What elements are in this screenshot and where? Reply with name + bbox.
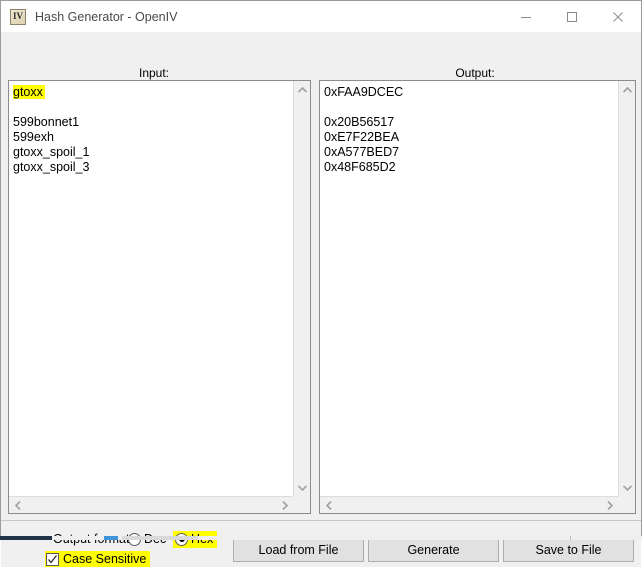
minimize-button[interactable] xyxy=(503,1,549,32)
output-scroll-corner xyxy=(618,496,635,513)
checkmark-icon[interactable] xyxy=(46,552,59,566)
input-text-content[interactable]: gtoxx 599bonnet1 599exh gtoxx_spoil_1 gt… xyxy=(9,81,293,496)
scroll-right-icon[interactable] xyxy=(601,497,618,513)
output-text-content[interactable]: 0xFAA9DCEC 0x20B56517 0xE7F22BEA 0xA577B… xyxy=(320,81,618,496)
background-divider-sliver xyxy=(570,536,571,540)
input-label: Input: xyxy=(138,66,170,80)
background-icon-sliver xyxy=(104,536,118,540)
background-window-sliver xyxy=(0,536,642,540)
client-area: Input: Output: gtoxx 599bonnet1 599exh g… xyxy=(1,32,641,567)
output-textarea[interactable]: 0xFAA9DCEC 0x20B56517 0xE7F22BEA 0xA577B… xyxy=(319,80,636,514)
title-bar: IV Hash Generator - OpenIV xyxy=(1,1,641,32)
load-from-file-button[interactable]: Load from File xyxy=(233,537,364,562)
output-label: Output: xyxy=(455,66,495,80)
scroll-right-icon[interactable] xyxy=(276,497,293,513)
input-remaining-text: 599bonnet1 599exh gtoxx_spoil_1 gtoxx_sp… xyxy=(13,115,90,174)
window-title: Hash Generator - OpenIV xyxy=(35,9,178,24)
input-vertical-scrollbar[interactable] xyxy=(293,81,310,496)
output-horizontal-scrollbar[interactable] xyxy=(320,496,618,513)
scroll-up-icon[interactable] xyxy=(294,81,310,98)
scroll-down-icon[interactable] xyxy=(619,479,635,496)
output-vertical-scrollbar[interactable] xyxy=(618,81,635,496)
window-controls xyxy=(503,1,641,32)
input-textarea[interactable]: gtoxx 599bonnet1 599exh gtoxx_spoil_1 gt… xyxy=(8,80,311,514)
input-horizontal-scrollbar[interactable] xyxy=(9,496,293,513)
generate-button[interactable]: Generate xyxy=(368,537,499,562)
input-scroll-corner xyxy=(293,496,310,513)
hash-generator-window: IV Hash Generator - OpenIV Input: Output… xyxy=(0,0,642,567)
close-icon[interactable] xyxy=(595,1,641,32)
case-sensitive-label: Case Sensitive xyxy=(63,552,147,566)
app-icon-glyph: IV xyxy=(12,11,23,21)
taskbar-sliver xyxy=(0,536,52,540)
scroll-up-icon[interactable] xyxy=(619,81,635,98)
scroll-left-icon[interactable] xyxy=(9,497,26,513)
case-sensitive-checkbox[interactable]: Case Sensitive xyxy=(45,551,151,567)
openiv-app-icon: IV xyxy=(10,8,26,25)
scroll-down-icon[interactable] xyxy=(294,479,310,496)
background-text-sliver xyxy=(122,536,198,540)
save-to-file-button[interactable]: Save to File xyxy=(503,537,634,562)
input-highlighted-line: gtoxx xyxy=(13,85,45,99)
maximize-button[interactable] xyxy=(549,1,595,32)
scroll-left-icon[interactable] xyxy=(320,497,337,513)
